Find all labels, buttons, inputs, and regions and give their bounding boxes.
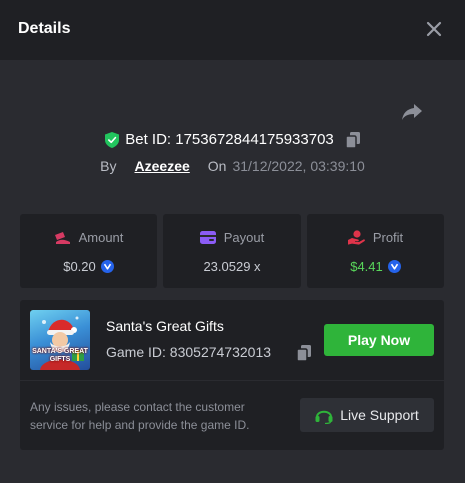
share-icon[interactable]	[400, 102, 424, 122]
modal-title: Details	[18, 20, 71, 37]
game-id: Game ID: 8305274732013	[106, 344, 272, 360]
play-now-button[interactable]: Play Now	[324, 324, 434, 356]
copy-icon[interactable]	[297, 345, 311, 361]
live-support-label: Live Support	[340, 407, 419, 423]
stat-payout-value: 23.0529 x	[203, 259, 261, 274]
stat-profit: Profit $4.41	[307, 214, 444, 288]
stat-amount-value: $0.20	[63, 259, 96, 274]
shield-check-icon	[105, 131, 120, 148]
bet-id-row: Bet ID: 1753672844175933703	[0, 131, 465, 152]
wallet-icon	[199, 231, 216, 244]
bet-byline: By Azeezee On 31/12/2022, 03:39:10	[0, 158, 465, 174]
stat-payout: Payout 23.0529 x	[163, 214, 301, 288]
coin-icon	[387, 260, 401, 273]
copy-icon[interactable]	[345, 131, 360, 148]
coin-icon	[100, 260, 114, 273]
stat-profit-value: $4.41	[350, 259, 383, 274]
bet-id-text: Bet ID: 1753672844175933703	[125, 131, 334, 148]
by-label: By	[100, 158, 117, 174]
support-notice: Any issues, please contact the customer …	[30, 400, 250, 432]
game-card: SANTA'S GREAT GIFTS Santa's Great Gifts …	[20, 300, 444, 450]
on-label: On	[207, 158, 227, 174]
modal-header: Details	[0, 0, 465, 60]
stat-amount-label: Amount	[78, 230, 124, 245]
game-thumbnail[interactable]: SANTA'S GREAT GIFTS	[30, 310, 90, 370]
card-divider	[20, 380, 444, 381]
game-thumbnail-title: SANTA'S GREAT GIFTS	[32, 348, 88, 363]
live-support-button[interactable]: Live Support	[300, 398, 434, 432]
game-name: Santa's Great Gifts	[106, 318, 224, 334]
stat-payout-label: Payout	[223, 230, 265, 245]
bet-datetime: 31/12/2022, 03:39:10	[232, 158, 365, 174]
stat-amount: Amount $0.20	[20, 214, 157, 288]
profit-hand-icon	[347, 230, 365, 245]
amount-icon	[54, 231, 70, 244]
username-link[interactable]: Azeezee	[135, 158, 190, 174]
stat-profit-label: Profit	[372, 230, 404, 245]
headset-icon	[315, 410, 333, 424]
close-icon[interactable]	[424, 19, 444, 39]
bet-details-modal: Details Bet ID: 1753672844175933703 By A…	[0, 0, 465, 483]
